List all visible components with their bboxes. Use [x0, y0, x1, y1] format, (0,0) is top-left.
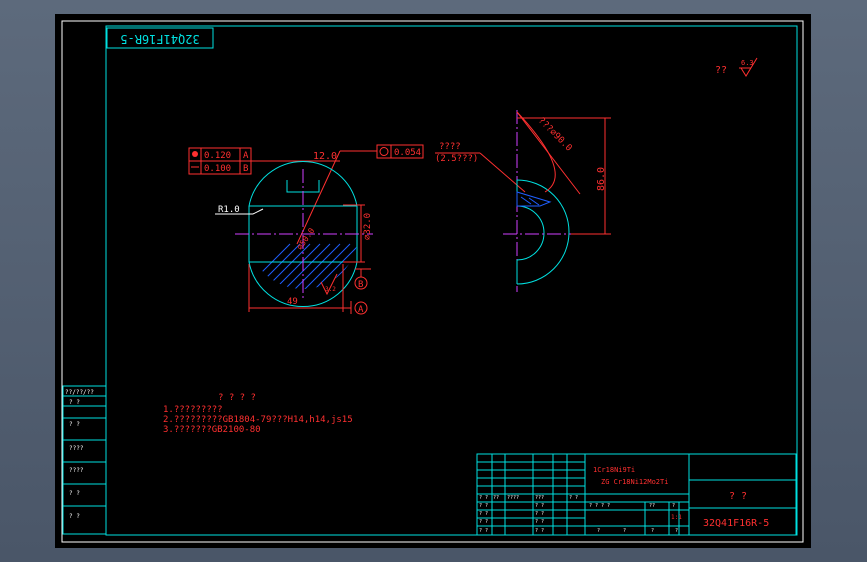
shaft-section: [235, 161, 373, 307]
tb-h4: ???: [535, 495, 544, 501]
tb-cell-3: ? ?: [479, 519, 488, 525]
datum-a: A: [358, 305, 364, 315]
tb-b4: ?: [675, 528, 678, 534]
circle-runout-icon: [379, 147, 389, 156]
tb-h5: ? ?: [569, 495, 578, 501]
side-r6: ? ?: [69, 490, 80, 497]
width-dim: 49: [287, 297, 298, 307]
surface-mark: 3.2: [325, 286, 336, 293]
notes-heading: ? ? ? ?: [218, 393, 256, 403]
material-1: 1Cr18Ni9Ti: [593, 466, 635, 474]
tb-b1: ?: [597, 528, 600, 534]
tb-w1: ? ? ? ?: [589, 503, 610, 509]
tb-cell-4: ? ?: [479, 528, 488, 534]
tb-w3: ?: [672, 503, 675, 509]
tb-cell-7: ? ?: [535, 519, 544, 525]
tol-value-1: 0.120: [204, 151, 231, 161]
diameter-dim: ⌀32.0: [363, 213, 373, 240]
datum-b: B: [358, 280, 363, 290]
right-label-2: (2.5???): [435, 154, 478, 164]
side-r2: ? ?: [69, 399, 80, 406]
note-line-2: 2.?????????GB1804-79???H14,h14,js15: [163, 415, 353, 425]
part-name: ? ?: [729, 491, 747, 502]
side-r3: ? ?: [69, 421, 80, 428]
side-r1: ??/??/??: [65, 389, 94, 396]
outer-frame: [61, 20, 804, 543]
side-r7: ? ?: [69, 513, 80, 520]
height-dim: 86.0: [596, 167, 607, 191]
drawing-sheet: 32Q41F16R-5 ?? 6.3 0.120 A 0.100 B 12.0 …: [55, 14, 811, 548]
note-line-1: 1.?????????: [163, 405, 223, 415]
drawing-number: 32Q41F16R-5: [703, 518, 769, 529]
tb-cell-5: ? ?: [535, 503, 544, 509]
tb-cell-6: ? ?: [535, 511, 544, 517]
note-line-3: 3.???????GB2100-80: [163, 425, 261, 435]
tol-datum-1: A: [243, 151, 249, 161]
cad-drawing: 32Q41F16R-5 ?? 6.3 0.120 A 0.100 B 12.0 …: [61, 20, 804, 543]
tb-cell-2: ? ?: [479, 511, 488, 517]
tb-b2: ?: [623, 528, 626, 534]
right-label-1: ????: [439, 142, 461, 152]
tol-datum-2: B: [243, 164, 248, 174]
runout-value: 0.054: [394, 148, 421, 158]
tb-b3: ?: [651, 528, 654, 534]
key-dim: 12.0: [313, 151, 337, 162]
side-r5: ????: [69, 467, 84, 474]
tb-w2: ??: [649, 503, 655, 509]
tb-h1: ? ?: [479, 495, 488, 501]
material-2: ZG Cr18Ni12Mo2Ti: [601, 478, 668, 486]
tb-cell-1: ? ?: [479, 503, 488, 509]
scale: 1:1: [671, 514, 682, 521]
tb-h2: ??: [493, 495, 499, 501]
tb-cell-8: ? ?: [535, 528, 544, 534]
roughness-note: ??: [715, 65, 727, 76]
side-r4: ????: [69, 445, 84, 452]
tol-value-2: 0.100: [204, 164, 231, 174]
side-table: [62, 385, 107, 535]
right-angle-dim: ???⌀90.0: [536, 116, 574, 154]
inner-frame: [105, 25, 798, 536]
rotated-title: 32Q41F16R-5: [120, 32, 199, 46]
tb-h3: ????: [507, 495, 519, 501]
